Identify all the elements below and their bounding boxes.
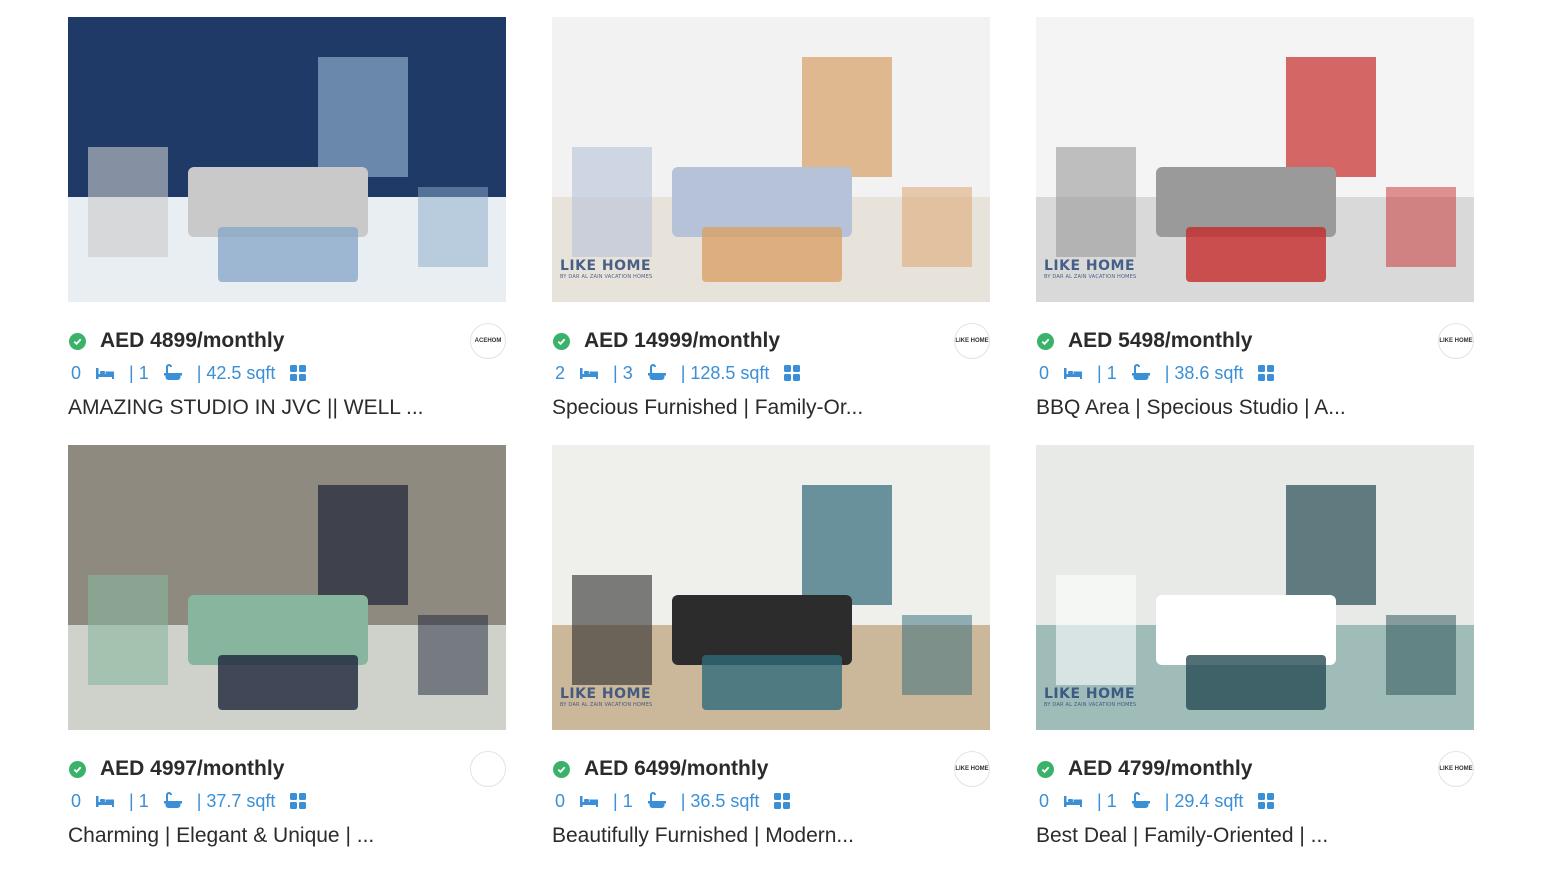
listing-price: AED 4899/monthly	[100, 329, 285, 352]
listing-watermark: LIKE HOME BY DAR AL ZAIN VACATION HOMES	[560, 686, 653, 708]
listing-specs: 0 | 1 | 38.6 sqft	[1039, 361, 1289, 385]
listing-specs: 2 | 3 | 128.5 sqft	[555, 361, 815, 385]
listing-watermark: LIKE HOME BY DAR AL ZAIN VACATION HOMES	[1044, 686, 1137, 708]
listing-photo[interactable]	[68, 445, 506, 730]
grid-area-icon	[783, 364, 801, 382]
area-size: | 38.6 sqft	[1164, 362, 1244, 383]
bedroom-count: 2	[555, 362, 566, 383]
listing-specs: 0 | 1 | 37.7 sqft	[71, 789, 321, 813]
area-size: | 42.5 sqft	[196, 362, 276, 383]
bed-icon	[579, 793, 599, 809]
verified-check-icon	[1037, 760, 1054, 778]
room-illustration	[68, 17, 506, 302]
bathtub-icon	[163, 792, 183, 810]
listing-title[interactable]: BBQ Area | Specious Studio | A...	[1036, 396, 1346, 420]
listing-price: AED 14999/monthly	[584, 329, 781, 352]
bathtub-icon	[163, 364, 183, 382]
area-size: | 29.4 sqft	[1164, 790, 1244, 811]
grid-area-icon	[289, 792, 307, 810]
agency-logo[interactable]: LIKE HOME	[1438, 323, 1474, 359]
listing-title[interactable]: Charming | Elegant & Unique | ...	[68, 824, 374, 848]
listing-grid: AED 4899/monthly ACEHOM 0 | 1 | 42.5 sqf…	[68, 17, 1474, 873]
listing-title[interactable]: Specious Furnished | Family-Or...	[552, 396, 863, 420]
verified-check-icon	[69, 332, 86, 350]
listing-specs: 0 | 1 | 29.4 sqft	[1039, 789, 1289, 813]
listing-card[interactable]: AED 4997/monthly 0 | 1 | 37.7 sqft Charm…	[68, 445, 506, 873]
grid-area-icon	[1257, 364, 1275, 382]
agency-logo[interactable]: LIKE HOME	[954, 323, 990, 359]
agency-logo[interactable]: ACEHOM	[470, 323, 506, 359]
bathroom-count: | 1	[613, 790, 633, 811]
listing-photo[interactable]	[68, 17, 506, 302]
bed-icon	[95, 365, 115, 381]
area-size: | 37.7 sqft	[196, 790, 276, 811]
bathroom-count: | 1	[129, 790, 149, 811]
bedroom-count: 0	[1039, 362, 1050, 383]
bed-icon	[579, 365, 599, 381]
bathroom-count: | 3	[613, 362, 633, 383]
verified-check-icon	[69, 760, 86, 778]
listing-photo[interactable]: LIKE HOME BY DAR AL ZAIN VACATION HOMES	[552, 17, 990, 302]
listing-specs: 0 | 1 | 36.5 sqft	[555, 789, 805, 813]
listing-card[interactable]: LIKE HOME BY DAR AL ZAIN VACATION HOMES A…	[552, 445, 990, 873]
bedroom-count: 0	[71, 362, 82, 383]
room-illustration	[68, 445, 506, 730]
area-size: | 36.5 sqft	[680, 790, 760, 811]
bathtub-icon	[647, 792, 667, 810]
listing-specs: 0 | 1 | 42.5 sqft	[71, 361, 321, 385]
listing-title[interactable]: AMAZING STUDIO IN JVC || WELL ...	[68, 396, 424, 420]
bed-icon	[1063, 365, 1083, 381]
listing-watermark: LIKE HOME BY DAR AL ZAIN VACATION HOMES	[560, 258, 653, 280]
agency-logo[interactable]: LIKE HOME	[954, 751, 990, 787]
listing-price: AED 4997/monthly	[100, 757, 285, 780]
listing-title[interactable]: Best Deal | Family-Oriented | ...	[1036, 824, 1328, 848]
listing-photo[interactable]: LIKE HOME BY DAR AL ZAIN VACATION HOMES	[552, 445, 990, 730]
listing-card[interactable]: AED 4899/monthly ACEHOM 0 | 1 | 42.5 sqf…	[68, 17, 506, 445]
listing-photo[interactable]: LIKE HOME BY DAR AL ZAIN VACATION HOMES	[1036, 445, 1474, 730]
bed-icon	[95, 793, 115, 809]
verified-check-icon	[553, 332, 570, 350]
verified-check-icon	[553, 760, 570, 778]
agency-logo[interactable]	[470, 751, 506, 787]
listing-price: AED 4799/monthly	[1068, 757, 1253, 780]
bed-icon	[1063, 793, 1083, 809]
listing-watermark: LIKE HOME BY DAR AL ZAIN VACATION HOMES	[1044, 258, 1137, 280]
listing-card[interactable]: LIKE HOME BY DAR AL ZAIN VACATION HOMES A…	[1036, 445, 1474, 873]
bathroom-count: | 1	[1097, 362, 1117, 383]
listing-card[interactable]: LIKE HOME BY DAR AL ZAIN VACATION HOMES A…	[1036, 17, 1474, 445]
bedroom-count: 0	[1039, 790, 1050, 811]
agency-logo[interactable]: LIKE HOME	[1438, 751, 1474, 787]
listing-price: AED 6499/monthly	[584, 757, 769, 780]
listing-price: AED 5498/monthly	[1068, 329, 1253, 352]
bedroom-count: 0	[555, 790, 566, 811]
bathroom-count: | 1	[129, 362, 149, 383]
listing-title[interactable]: Beautifully Furnished | Modern...	[552, 824, 854, 848]
area-size: | 128.5 sqft	[680, 362, 770, 383]
grid-area-icon	[773, 792, 791, 810]
bedroom-count: 0	[71, 790, 82, 811]
verified-check-icon	[1037, 332, 1054, 350]
bathtub-icon	[647, 364, 667, 382]
bathtub-icon	[1131, 364, 1151, 382]
listing-card[interactable]: LIKE HOME BY DAR AL ZAIN VACATION HOMES A…	[552, 17, 990, 445]
bathroom-count: | 1	[1097, 790, 1117, 811]
grid-area-icon	[1257, 792, 1275, 810]
listing-photo[interactable]: LIKE HOME BY DAR AL ZAIN VACATION HOMES	[1036, 17, 1474, 302]
grid-area-icon	[289, 364, 307, 382]
bathtub-icon	[1131, 792, 1151, 810]
